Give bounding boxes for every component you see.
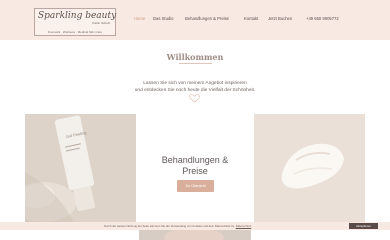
product-image-cream	[254, 114, 365, 225]
logo-tagline: Kosmetik · Wellness · Medical Skin Care	[47, 30, 103, 34]
nav-item-studio[interactable]: Das Studio	[153, 16, 173, 21]
nav-item-kontakt[interactable]: Kontakt	[244, 16, 258, 21]
site-header: Sparkling beauty Katrin Schulz Kosmetik …	[0, 0, 390, 40]
logo-script: Sparkling beauty	[38, 11, 117, 21]
cookie-banner: Durch die weitere Nutzung der Seite stim…	[0, 222, 390, 230]
accept-cookies-button[interactable]: Akzeptieren	[349, 223, 378, 229]
overview-button[interactable]: Zur Übersicht	[177, 180, 214, 192]
nav-item-behandlungen[interactable]: Behandlungen & Preise	[185, 16, 229, 21]
intro-line-2: und entdecken Sie noch heute die Vielfal…	[134, 88, 256, 93]
nav-item-home[interactable]: Home	[134, 16, 145, 21]
intro-text: Lassen Sie sich von meinem Angebot inspi…	[0, 80, 390, 94]
feature-title-line-2: Preise	[182, 166, 208, 176]
product-image-tube: Gel Peeling	[25, 114, 136, 225]
heart-icon	[189, 94, 200, 103]
nav-item-buchen[interactable]: Jetzt Buchen	[268, 16, 292, 21]
intro-line-1: Lassen Sie sich von meinem Angebot inspi…	[143, 81, 247, 86]
title-divider	[179, 63, 212, 64]
logo-subtitle: Katrin Schulz	[92, 21, 110, 25]
privacy-link[interactable]: Datenschutz	[236, 224, 252, 228]
logo[interactable]: Sparkling beauty Katrin Schulz Kosmetik …	[34, 8, 116, 36]
nav-item-phone[interactable]: +49 650 9905772	[306, 16, 339, 21]
tube-illustration: Gel Peeling	[25, 114, 136, 225]
cookie-message: Durch die weitere Nutzung der Seite stim…	[104, 224, 235, 228]
cream-illustration	[254, 114, 365, 225]
feature-title-line-1: Behandlungen &	[161, 155, 229, 165]
feature-title: Behandlungen & Preise	[140, 155, 250, 177]
page-title: Willkommen	[166, 52, 224, 62]
cookie-text: Durch die weitere Nutzung der Seite stim…	[104, 224, 251, 228]
